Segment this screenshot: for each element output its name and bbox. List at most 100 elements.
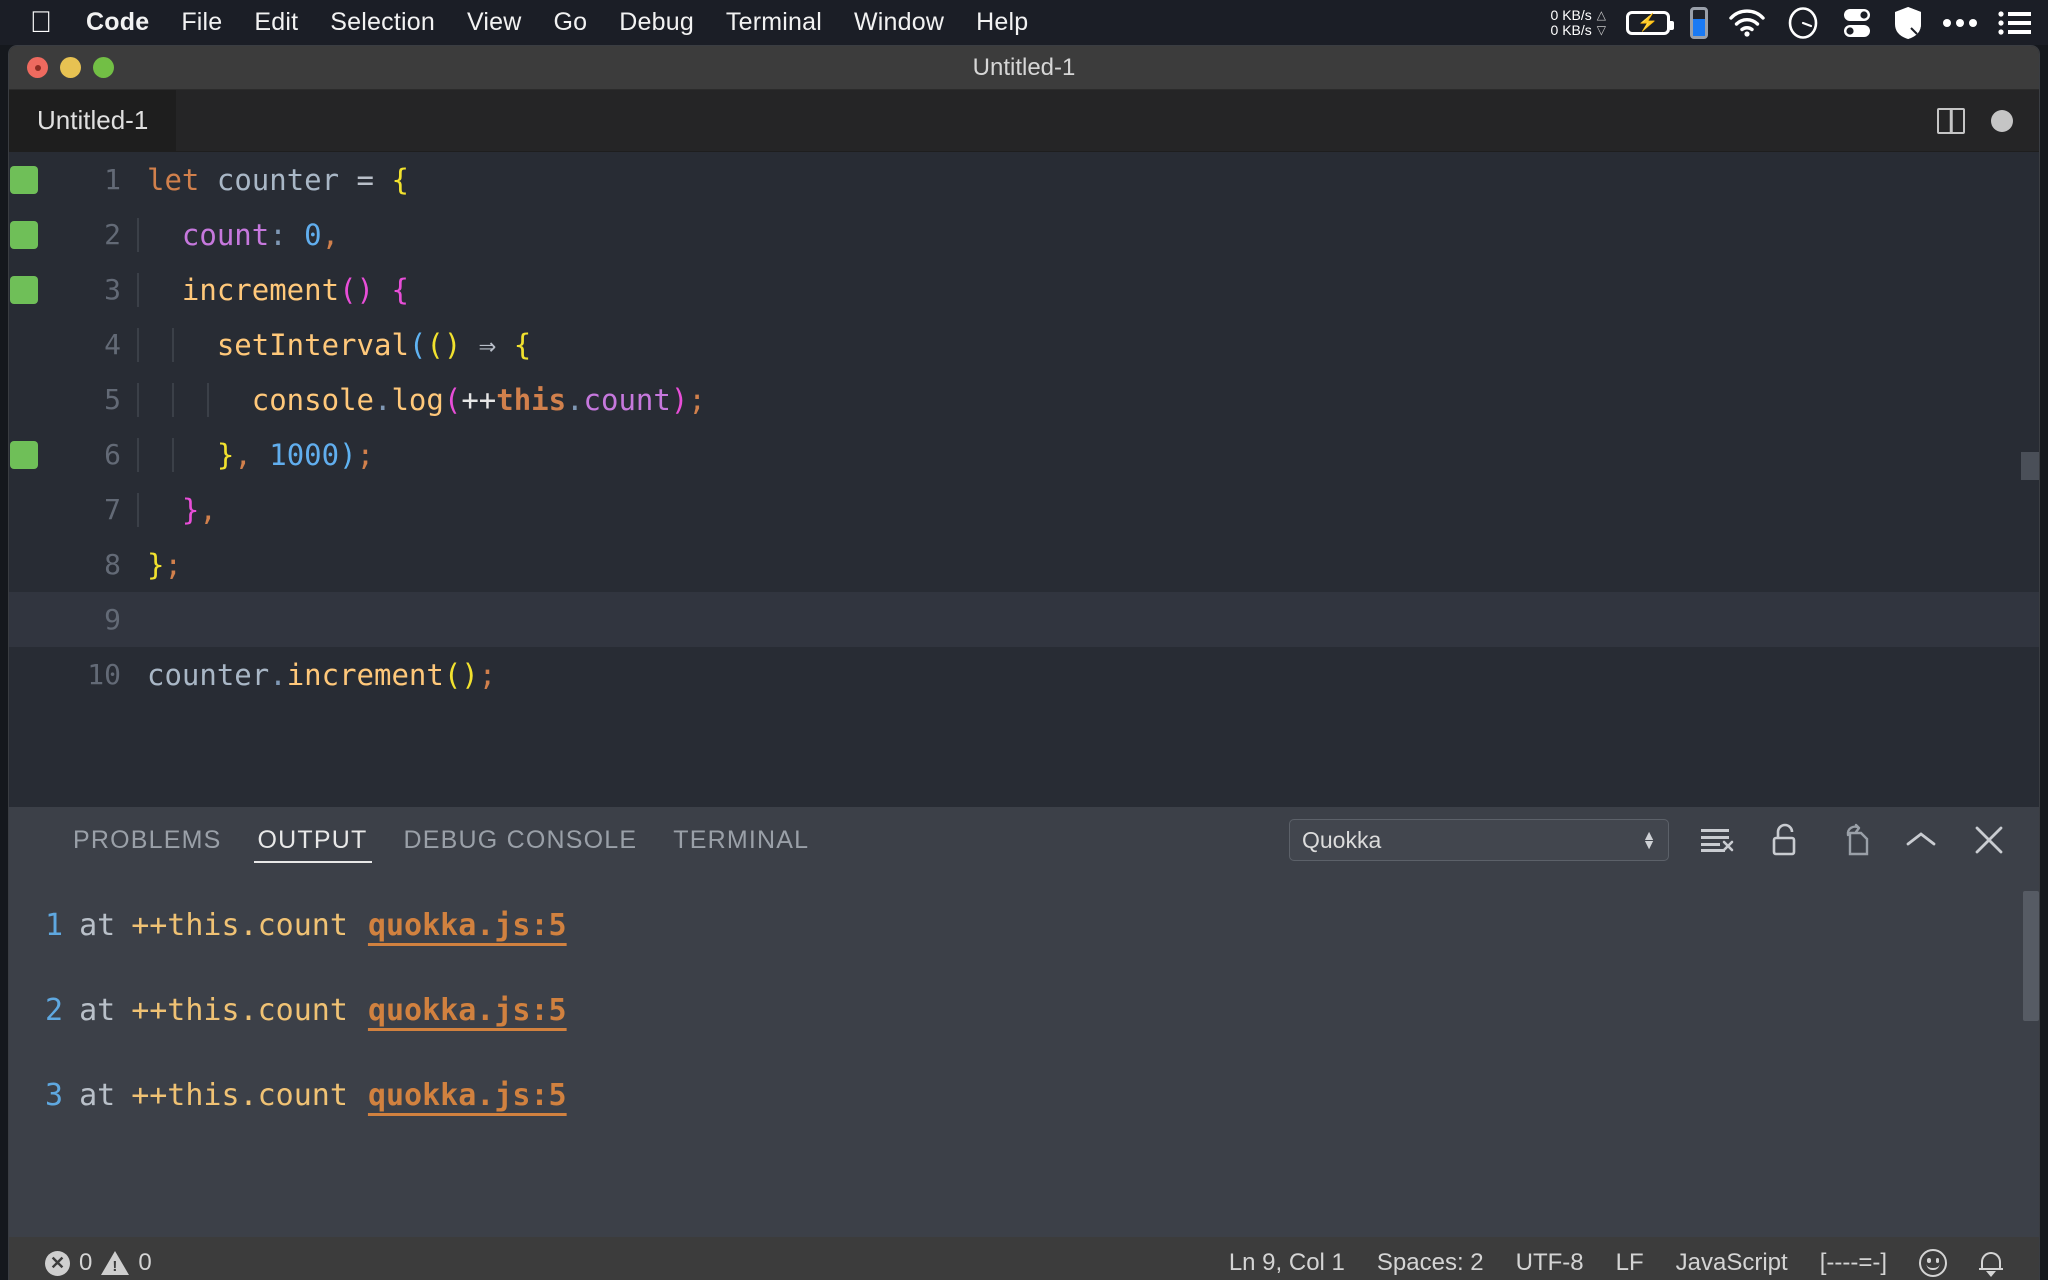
statusbar-encoding[interactable]: UTF-8 (1502, 1249, 1598, 1277)
line-number: 10 (87, 658, 121, 691)
vscode-window: Untitled-1 Untitled-1 1 let counter = {2 … (8, 45, 2040, 1280)
tab-output[interactable]: OUTPUT (240, 807, 386, 873)
output-row: 1 at ++this.count quokka.js:5 (9, 883, 2039, 968)
output-row-source-link[interactable]: quokka.js:5 (368, 908, 567, 943)
statusbar: ✕ 0 0 Ln 9, Col 1 Spaces: 2 UTF-8 LF Jav… (9, 1237, 2039, 1280)
code-line[interactable]: 9 (9, 592, 2039, 647)
output-row-at: at (79, 1078, 116, 1113)
lock-open-icon[interactable] (1765, 820, 1805, 860)
error-count: 0 (79, 1249, 93, 1276)
menu-item-help[interactable]: Help (960, 0, 1044, 45)
battery-charging-icon[interactable]: ⚡ (1626, 10, 1674, 35)
statusbar-eol[interactable]: LF (1602, 1249, 1658, 1277)
menu-item-selection[interactable]: Selection (314, 0, 451, 45)
breakpoint-gutter[interactable] (9, 440, 39, 469)
stepper-arrows-icon[interactable]: ▲ ▼ (1642, 828, 1656, 851)
statusbar-language-mode[interactable]: JavaScript (1662, 1249, 1802, 1277)
code-line[interactable]: 5 console.log(++this.count); (9, 372, 2039, 427)
shield-icon[interactable] (1894, 6, 1922, 40)
code-line-text: }, (135, 492, 217, 527)
toggles-icon[interactable] (1840, 7, 1874, 39)
menu-item-terminal[interactable]: Terminal (710, 0, 838, 45)
statusbar-problems[interactable]: ✕ 0 0 (31, 1249, 166, 1277)
editor-tab-label: Untitled-1 (37, 105, 149, 135)
tab-problems[interactable]: PROBLEMS (55, 807, 240, 873)
code-line[interactable]: 3 increment() { (9, 262, 2039, 317)
editor-tabstrip: Untitled-1 (9, 90, 2039, 152)
minimize-window-button[interactable] (60, 57, 81, 78)
clock-dial-icon[interactable] (1786, 6, 1820, 40)
battery-vertical-icon[interactable] (1690, 6, 1708, 39)
wifi-icon[interactable] (1728, 8, 1766, 37)
app-screen:  Code File Edit Selection View Go Debug… (0, 0, 2048, 1280)
split-editor-icon[interactable] (1937, 107, 1965, 134)
statusbar-left: ✕ 0 0 (31, 1249, 166, 1277)
close-window-button[interactable] (27, 57, 48, 78)
menu-item-view[interactable]: View (451, 0, 538, 45)
apple-logo-icon[interactable]:  (18, 7, 64, 38)
macos-menubar:  Code File Edit Selection View Go Debug… (0, 0, 2048, 45)
statusbar-quokka-indicator[interactable]: [----=-] (1806, 1249, 1901, 1277)
code-line[interactable]: 4 setInterval(() ⇒ { (9, 317, 2039, 372)
code-line-text: count: 0, (135, 217, 339, 252)
error-icon: ✕ (45, 1250, 70, 1276)
maximize-panel-icon[interactable] (1901, 820, 1941, 860)
feedback-smiley-icon (1919, 1249, 1947, 1277)
menu-item-go[interactable]: Go (538, 0, 604, 45)
editor-tab-untitled-1[interactable]: Untitled-1 (9, 90, 178, 151)
line-number: 6 (104, 438, 121, 471)
breakpoint-gutter[interactable] (9, 165, 39, 194)
clear-output-icon[interactable] (1697, 820, 1737, 860)
list-icon[interactable] (1998, 9, 2032, 37)
output-row-number: 2 (45, 993, 64, 1028)
output-row-source-link[interactable]: quokka.js:5 (368, 993, 567, 1028)
line-number: 2 (104, 218, 121, 251)
code-line[interactable]: 1 let counter = { (9, 152, 2039, 207)
open-in-editor-icon[interactable] (1833, 820, 1873, 860)
panel-actions: Quokka ▲ ▼ (1289, 819, 2039, 861)
statusbar-notifications[interactable] (1965, 1249, 2017, 1277)
editor-scrollbar[interactable] (2021, 452, 2039, 480)
code-line[interactable]: 8}; (9, 537, 2039, 592)
notifications-bell-icon (1979, 1249, 2003, 1277)
statusbar-feedback[interactable] (1905, 1249, 1961, 1277)
line-number: 7 (104, 493, 121, 526)
traffic-lights (9, 57, 114, 78)
output-view[interactable]: 1 at ++this.count quokka.js:5 2 at ++this.coun… (9, 873, 2039, 1237)
code-line[interactable]: 6 }, 1000); (9, 427, 2039, 482)
output-row-source-link[interactable]: quokka.js:5 (368, 1078, 567, 1113)
code-line[interactable]: 2 count: 0, (9, 207, 2039, 262)
warning-icon (101, 1251, 130, 1275)
quokka-coverage-icon (10, 220, 38, 249)
breakpoint-gutter[interactable] (9, 275, 39, 304)
editor-tab-actions (1937, 90, 2039, 151)
network-download-speed: 0 KB/s (1550, 21, 1592, 38)
tab-terminal[interactable]: TERMINAL (655, 807, 827, 873)
output-channel-select[interactable]: Quokka ▲ ▼ (1289, 819, 1669, 861)
line-number: 3 (104, 273, 121, 306)
menu-item-code[interactable]: Code (70, 0, 165, 45)
menu-item-debug[interactable]: Debug (603, 0, 710, 45)
unsaved-dot-icon[interactable] (1991, 109, 2013, 132)
panel-scrollbar[interactable] (2023, 891, 2039, 1021)
upload-arrow-icon: △ (1596, 7, 1606, 22)
zoom-window-button[interactable] (93, 57, 114, 78)
bottom-panel: PROBLEMS OUTPUT DEBUG CONSOLE TERMINAL Q… (9, 807, 2039, 1237)
output-row-at: at (79, 908, 116, 943)
menu-item-file[interactable]: File (165, 0, 238, 45)
ellipsis-icon[interactable] (1942, 17, 1978, 29)
close-panel-icon[interactable] (1969, 820, 2009, 860)
menu-item-window[interactable]: Window (838, 0, 960, 45)
breakpoint-gutter[interactable] (9, 220, 39, 249)
tab-debug-console[interactable]: DEBUG CONSOLE (386, 807, 656, 873)
menu-item-edit[interactable]: Edit (238, 0, 314, 45)
statusbar-cursor-position[interactable]: Ln 9, Col 1 (1215, 1249, 1359, 1277)
statusbar-indentation[interactable]: Spaces: 2 (1363, 1249, 1498, 1277)
quokka-coverage-icon (10, 165, 38, 194)
quokka-coverage-icon (10, 275, 38, 304)
line-number: 9 (104, 603, 121, 636)
code-line[interactable]: 7 }, (9, 482, 2039, 537)
code-editor[interactable]: 1 let counter = {2 count: 0, 3 increment()… (9, 152, 2039, 807)
code-line[interactable]: 10 counter.increment(); (9, 647, 2039, 702)
network-speed-indicator[interactable]: 0 KB/s 0 KB/s △ ▽ (1550, 7, 1606, 38)
